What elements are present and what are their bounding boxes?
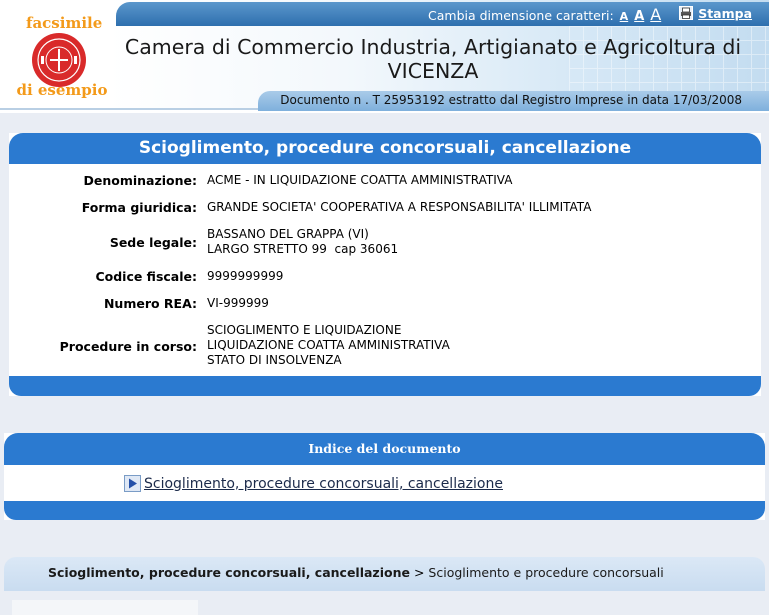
- title-line-1: Camera di Commercio Industria, Artigiana…: [124, 35, 742, 59]
- info-label: Numero REA:: [103, 296, 197, 311]
- font-size-label: Cambia dimensione caratteri:: [428, 8, 614, 23]
- info-value: 9999999999: [207, 269, 283, 284]
- toc-link-label[interactable]: Scioglimento, procedure concorsuali, can…: [144, 476, 503, 492]
- seal-icon: [32, 33, 86, 87]
- section-title: Scioglimento, procedure concorsuali, can…: [9, 133, 761, 164]
- section-panel: Scioglimento, procedure concorsuali, can…: [9, 133, 761, 396]
- print-button[interactable]: Stampa: [679, 6, 752, 21]
- info-value-line: LIQUIDAZIONE COATTA AMMINISTRATIVA: [207, 338, 450, 352]
- info-value: GRANDE SOCIETA' COOPERATIVA A RESPONSABI…: [207, 200, 591, 215]
- document-info: Documento n . T 25953192 estratto dal Re…: [280, 93, 742, 107]
- info-label: Denominazione:: [83, 173, 197, 188]
- info-value: BASSANO DEL GRAPPA (VI) LARGO STRETTO 99…: [207, 227, 398, 257]
- logo-text-top: facsimile: [26, 14, 103, 32]
- index-panel-footer: [4, 501, 765, 520]
- breadcrumb: Scioglimento, procedure concorsuali, can…: [4, 557, 765, 591]
- info-value-line: SCIOGLIMENTO E LIQUIDAZIONE: [207, 323, 402, 337]
- info-value: ACME - IN LIQUIDAZIONE COATTA AMMINISTRA…: [207, 173, 512, 188]
- print-link[interactable]: Stampa: [698, 6, 752, 21]
- font-size-small-link[interactable]: A: [620, 10, 629, 23]
- index-title: Indice del documento: [4, 433, 765, 465]
- info-value: SCIOGLIMENTO E LIQUIDAZIONE LIQUIDAZIONE…: [207, 323, 450, 368]
- info-value-line: 9999999999: [207, 269, 284, 283]
- info-value-line: GRANDE SOCIETA' COOPERATIVA A RESPONSABI…: [207, 200, 592, 214]
- toc-link[interactable]: Scioglimento, procedure concorsuali, can…: [124, 475, 503, 492]
- content-placeholder: [12, 600, 198, 615]
- facsimile-logo: facsimile di esempio: [12, 14, 112, 106]
- font-size-medium-link[interactable]: A: [634, 9, 644, 24]
- info-label: Sede legale:: [109, 235, 197, 250]
- index-panel: Indice del documento Scioglimento, proce…: [4, 433, 765, 520]
- page-header: Cambia dimensione caratteri: A A A Stamp…: [0, 0, 769, 113]
- info-value-line: ACME - IN LIQUIDAZIONE COATTA AMMINISTRA…: [207, 173, 513, 187]
- breadcrumb-separator: >: [413, 565, 425, 580]
- info-value: VI-999999: [207, 296, 269, 311]
- printer-icon: [679, 6, 694, 20]
- info-label: Forma giuridica:: [81, 200, 197, 215]
- info-value-line: STATO DI INSOLVENZA: [207, 353, 342, 367]
- info-value-line: BASSANO DEL GRAPPA (VI): [207, 227, 369, 241]
- title-line-2: VICENZA: [387, 59, 479, 83]
- info-label: Procedure in corso:: [59, 339, 197, 354]
- arrow-right-icon: [124, 475, 141, 492]
- font-size-tools: Cambia dimensione caratteri: A A A Stamp…: [428, 5, 752, 24]
- info-label: Codice fiscale:: [95, 269, 197, 284]
- logo-text-bottom: di esempio: [16, 81, 108, 99]
- breadcrumb-current: Scioglimento e procedure concorsuali: [428, 565, 664, 580]
- info-value-line: LARGO STRETTO 99 cap 36061: [207, 242, 399, 256]
- page-title: Camera di Commercio Industria, Artigiana…: [120, 35, 746, 83]
- font-size-large-link[interactable]: A: [650, 5, 661, 24]
- breadcrumb-parent[interactable]: Scioglimento, procedure concorsuali, can…: [48, 565, 410, 580]
- section-panel-footer: [9, 376, 761, 396]
- info-value-line: VI-999999: [207, 296, 269, 310]
- breadcrumb-content: Scioglimento, procedure concorsuali, can…: [48, 565, 664, 580]
